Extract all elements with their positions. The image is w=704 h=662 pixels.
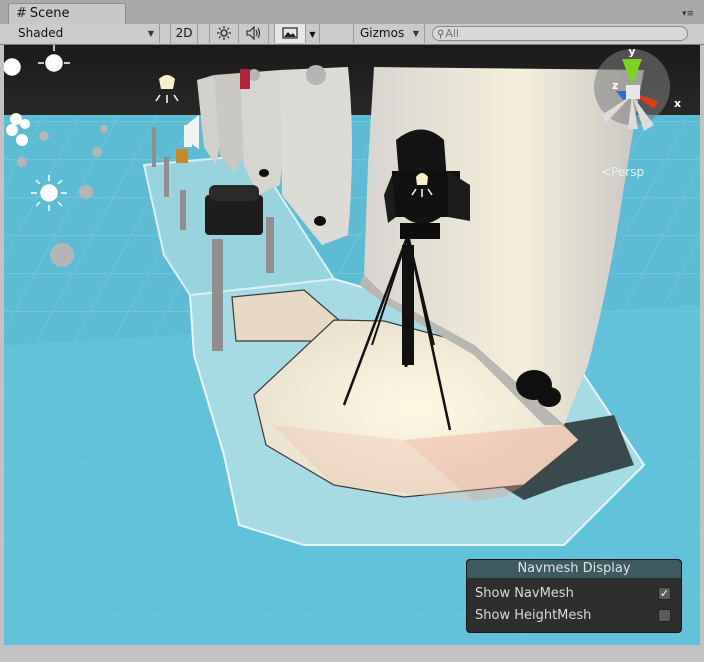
show-heightmesh-label: Show HeightMesh (475, 608, 592, 623)
speaker-icon (245, 25, 260, 41)
shading-mode-dropdown[interactable]: Shaded ▼ (12, 24, 160, 43)
gizmos-label: Gizmos (360, 26, 405, 40)
scene-lighting-button[interactable] (209, 24, 239, 43)
show-navmesh-option[interactable]: Show NavMesh ✓ (475, 584, 675, 604)
axis-z-label: z (612, 79, 618, 92)
editor-tab-bar: # Scene ▾≡ (0, 0, 704, 25)
chevron-down-icon: ▼ (147, 29, 154, 38)
shading-mode-label: Shaded (18, 26, 64, 40)
show-navmesh-checkbox[interactable]: ✓ (658, 587, 671, 600)
scene-viewport[interactable]: y x z <Persp Navmesh Display Show NavMes… (4, 45, 700, 645)
search-icon: ⚲ (437, 29, 445, 40)
scene-effects-button[interactable] (274, 24, 306, 43)
projection-toggle[interactable]: <Persp (601, 165, 644, 179)
show-heightmesh-checkbox[interactable] (658, 609, 671, 622)
bottom-bar (0, 645, 704, 662)
gizmos-dropdown[interactable]: Gizmos ▼ (353, 24, 425, 43)
chevron-down-icon: ▼ (412, 29, 419, 38)
tab-menu-icon[interactable]: ▾≡ (676, 9, 694, 19)
tab-scene[interactable]: # Scene (8, 3, 126, 24)
sun-icon (217, 26, 231, 40)
scene-toolbar: Shaded ▼ 2D ▼ Gizmos ▼ ⚲All (0, 24, 704, 45)
2d-toggle-button[interactable]: 2D (170, 24, 198, 43)
axis-y-label: y (628, 45, 635, 58)
show-heightmesh-option[interactable]: Show HeightMesh (475, 606, 675, 626)
show-navmesh-label: Show NavMesh (475, 586, 574, 601)
projection-label: Persp (611, 165, 645, 179)
2d-toggle-label: 2D (175, 26, 193, 40)
tab-scene-label: Scene (29, 6, 70, 21)
orientation-gizmo[interactable]: y x z (588, 45, 698, 185)
hash-icon: # (16, 6, 27, 21)
navmesh-panel-title: Navmesh Display (467, 560, 681, 578)
chevron-left-icon: < (601, 165, 612, 179)
scene-audio-button[interactable] (239, 24, 269, 43)
image-icon (282, 27, 298, 39)
scene-effects-dropdown[interactable]: ▼ (306, 24, 320, 43)
search-input[interactable]: ⚲All (432, 26, 688, 41)
navmesh-display-panel: Navmesh Display Show NavMesh ✓ Show Heig… (466, 559, 682, 633)
chevron-down-icon: ▼ (309, 30, 316, 39)
search-placeholder: All (445, 27, 459, 40)
axis-x-label: x (674, 97, 681, 110)
